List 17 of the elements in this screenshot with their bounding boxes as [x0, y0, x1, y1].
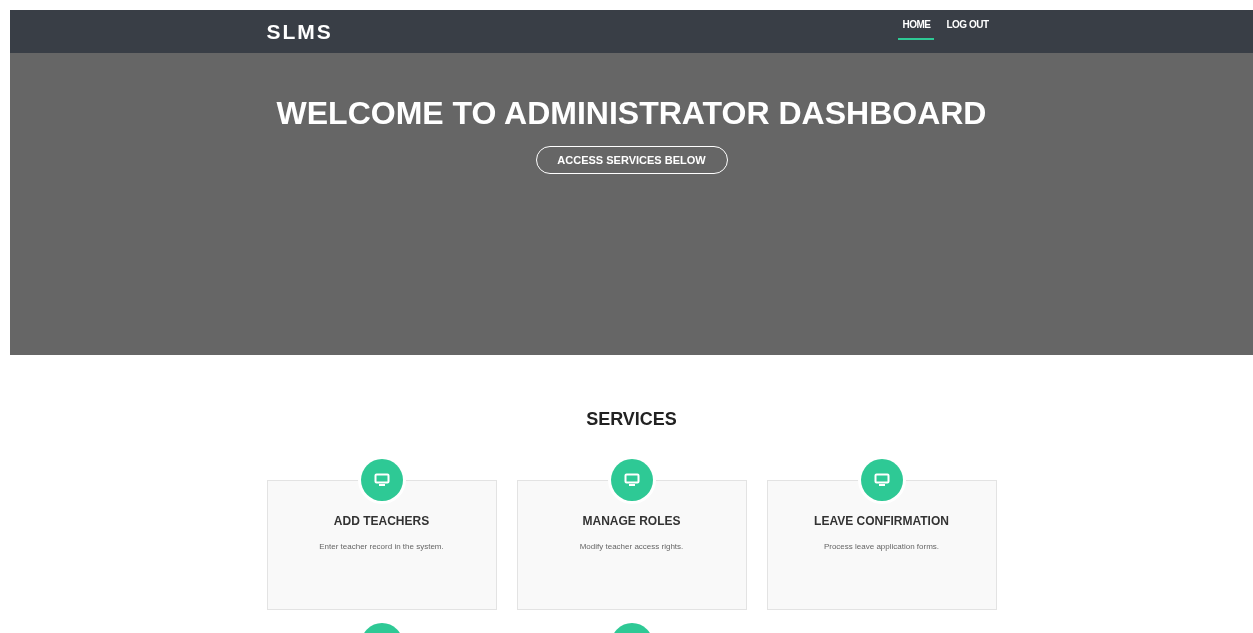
- service-card[interactable]: ADD TEACHERS Enter teacher record in the system.: [266, 480, 497, 610]
- service-description: Modify teacher access rights.: [579, 542, 684, 551]
- service-title: ADD TEACHERS: [333, 514, 430, 528]
- service-title: MANAGE ROLES: [582, 514, 681, 528]
- hero-title: WELCOME TO ADMINISTRATOR DASHBOARD: [276, 95, 987, 132]
- monitor-icon: [373, 473, 390, 487]
- service-card[interactable]: MANAGE ROLES Modify teacher access rights.: [516, 480, 747, 610]
- section-heading: SERVICES: [586, 409, 677, 430]
- service-description: Process leave application forms.: [823, 542, 940, 551]
- monitor-icon: [873, 473, 890, 487]
- service-description: Enter teacher record in the system.: [319, 542, 444, 551]
- brand-logo[interactable]: SLMS: [266, 19, 333, 44]
- monitor-icon: [623, 473, 640, 487]
- service-title: LEAVE CONFIRMATION: [814, 514, 949, 528]
- service-card[interactable]: LEAVE CONFIRMATION Process leave application forms.: [766, 480, 997, 610]
- nav-link[interactable]: LOG OUT: [942, 10, 993, 40]
- nav-link[interactable]: HOME: [898, 10, 935, 40]
